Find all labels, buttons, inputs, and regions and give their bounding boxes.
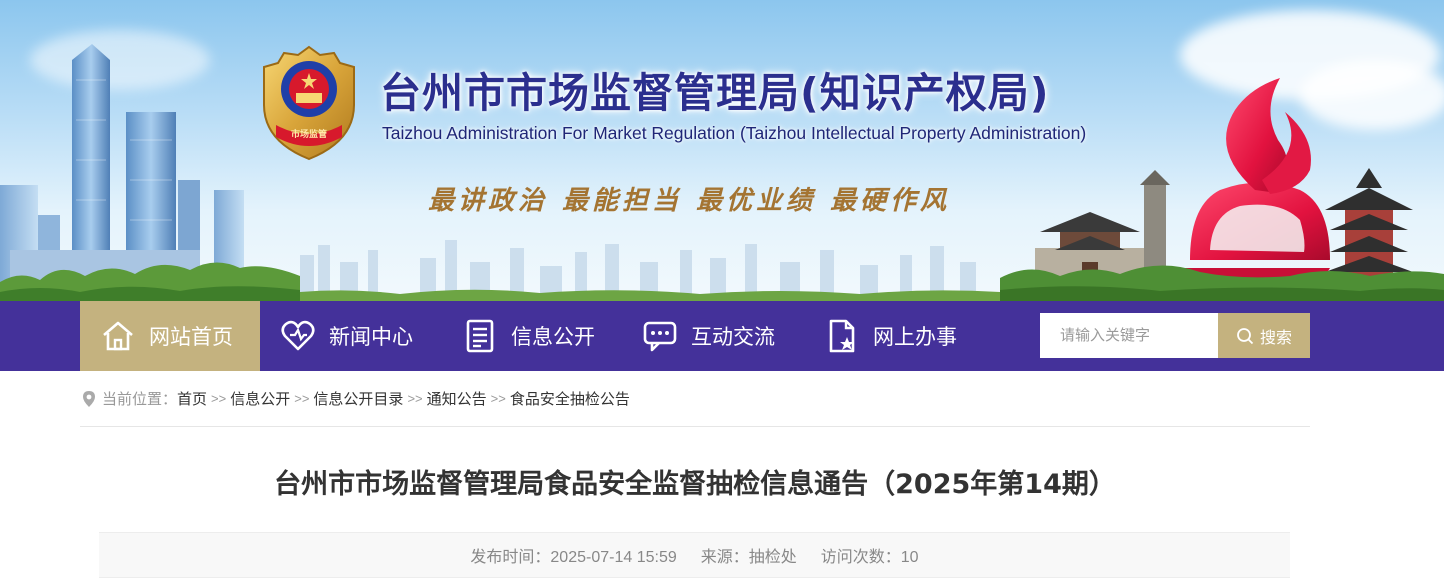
visit-count: 访问次数：10 [820, 549, 919, 566]
breadcrumb-separator: >> [490, 391, 506, 406]
heart-icon [281, 320, 315, 351]
nav-item-news[interactable]: 新闻中心 [280, 301, 413, 371]
nav-item-info-disclosure[interactable]: 信息公开 [462, 301, 595, 371]
document-icon [466, 319, 494, 353]
market-regulation-emblem: 市场监管 [263, 45, 355, 161]
breadcrumb-link-notices[interactable]: 通知公告 [427, 388, 487, 409]
site-title-chinese: 台州市市场监督管理局(知识产权局) [380, 69, 1050, 117]
slogan-row: 最讲政治 最能担当 最优业绩 最硬作风 [428, 183, 964, 219]
home-icon [103, 321, 133, 351]
chat-icon [643, 321, 677, 352]
slogan-item: 最能担当 [562, 186, 683, 216]
location-pin-icon [83, 390, 95, 407]
site-title-english: Taizhou Administration For Market Regula… [382, 123, 1087, 143]
site-banner: 市场监管 台州市市场监督管理局(知识产权局) Taizhou Administr… [0, 0, 1444, 301]
article-source: 来源：抽检处 [700, 549, 797, 566]
file-star-icon [829, 319, 855, 353]
breadcrumb-separator: >> [211, 391, 227, 406]
publish-time: 发布时间：2025-07-14 15:59 [470, 549, 677, 566]
breadcrumb-link-home[interactable]: 首页 [177, 388, 207, 409]
search-icon [1237, 327, 1254, 344]
article-title: 台州市市场监督管理局食品安全监督抽检信息通告（2025年第14期） [274, 469, 1116, 500]
breadcrumb-link-info-catalog[interactable]: 信息公开目录 [313, 388, 403, 409]
breadcrumb: 当前位置： 首页 >> 信息公开 >> 信息公开目录 >> 通知公告 >> 食品… [80, 371, 1310, 427]
nav-item-label: 信息公开 [511, 326, 595, 349]
main-navigation: 网站首页 新闻中心 信息公开 互动交流 网上办事 请输入关键字 搜索 [0, 301, 1444, 371]
slogan-item: 最硬作风 [830, 186, 951, 216]
city-skyline-illustration [0, 44, 1444, 301]
nav-item-home[interactable]: 网站首页 [80, 301, 260, 371]
nav-item-online-service[interactable]: 网上办事 [824, 301, 957, 371]
breadcrumb-separator: >> [294, 391, 310, 406]
breadcrumb-label: 当前位置： [102, 391, 178, 408]
emblem-text: 市场监管 [291, 128, 327, 140]
slogan-item: 最讲政治 [428, 186, 549, 216]
slogan-item: 最优业绩 [696, 186, 817, 216]
nav-item-label: 互动交流 [691, 326, 775, 349]
breadcrumb-separator: >> [407, 391, 423, 406]
search-button-label: 搜索 [1259, 329, 1292, 347]
breadcrumb-link-info-disclosure[interactable]: 信息公开 [230, 388, 290, 409]
search-button[interactable]: 搜索 [1218, 313, 1310, 358]
nav-item-interaction[interactable]: 互动交流 [642, 301, 775, 371]
nav-item-label: 网站首页 [149, 326, 233, 349]
nav-item-label: 新闻中心 [329, 326, 413, 349]
breadcrumb-link-food-safety[interactable]: 食品安全抽检公告 [510, 388, 630, 409]
nav-item-label: 网上办事 [873, 326, 957, 349]
search-input[interactable] [1040, 313, 1218, 358]
article-meta: 发布时间：2025-07-14 15:59 来源：抽检处 访问次数：10 [99, 532, 1290, 578]
